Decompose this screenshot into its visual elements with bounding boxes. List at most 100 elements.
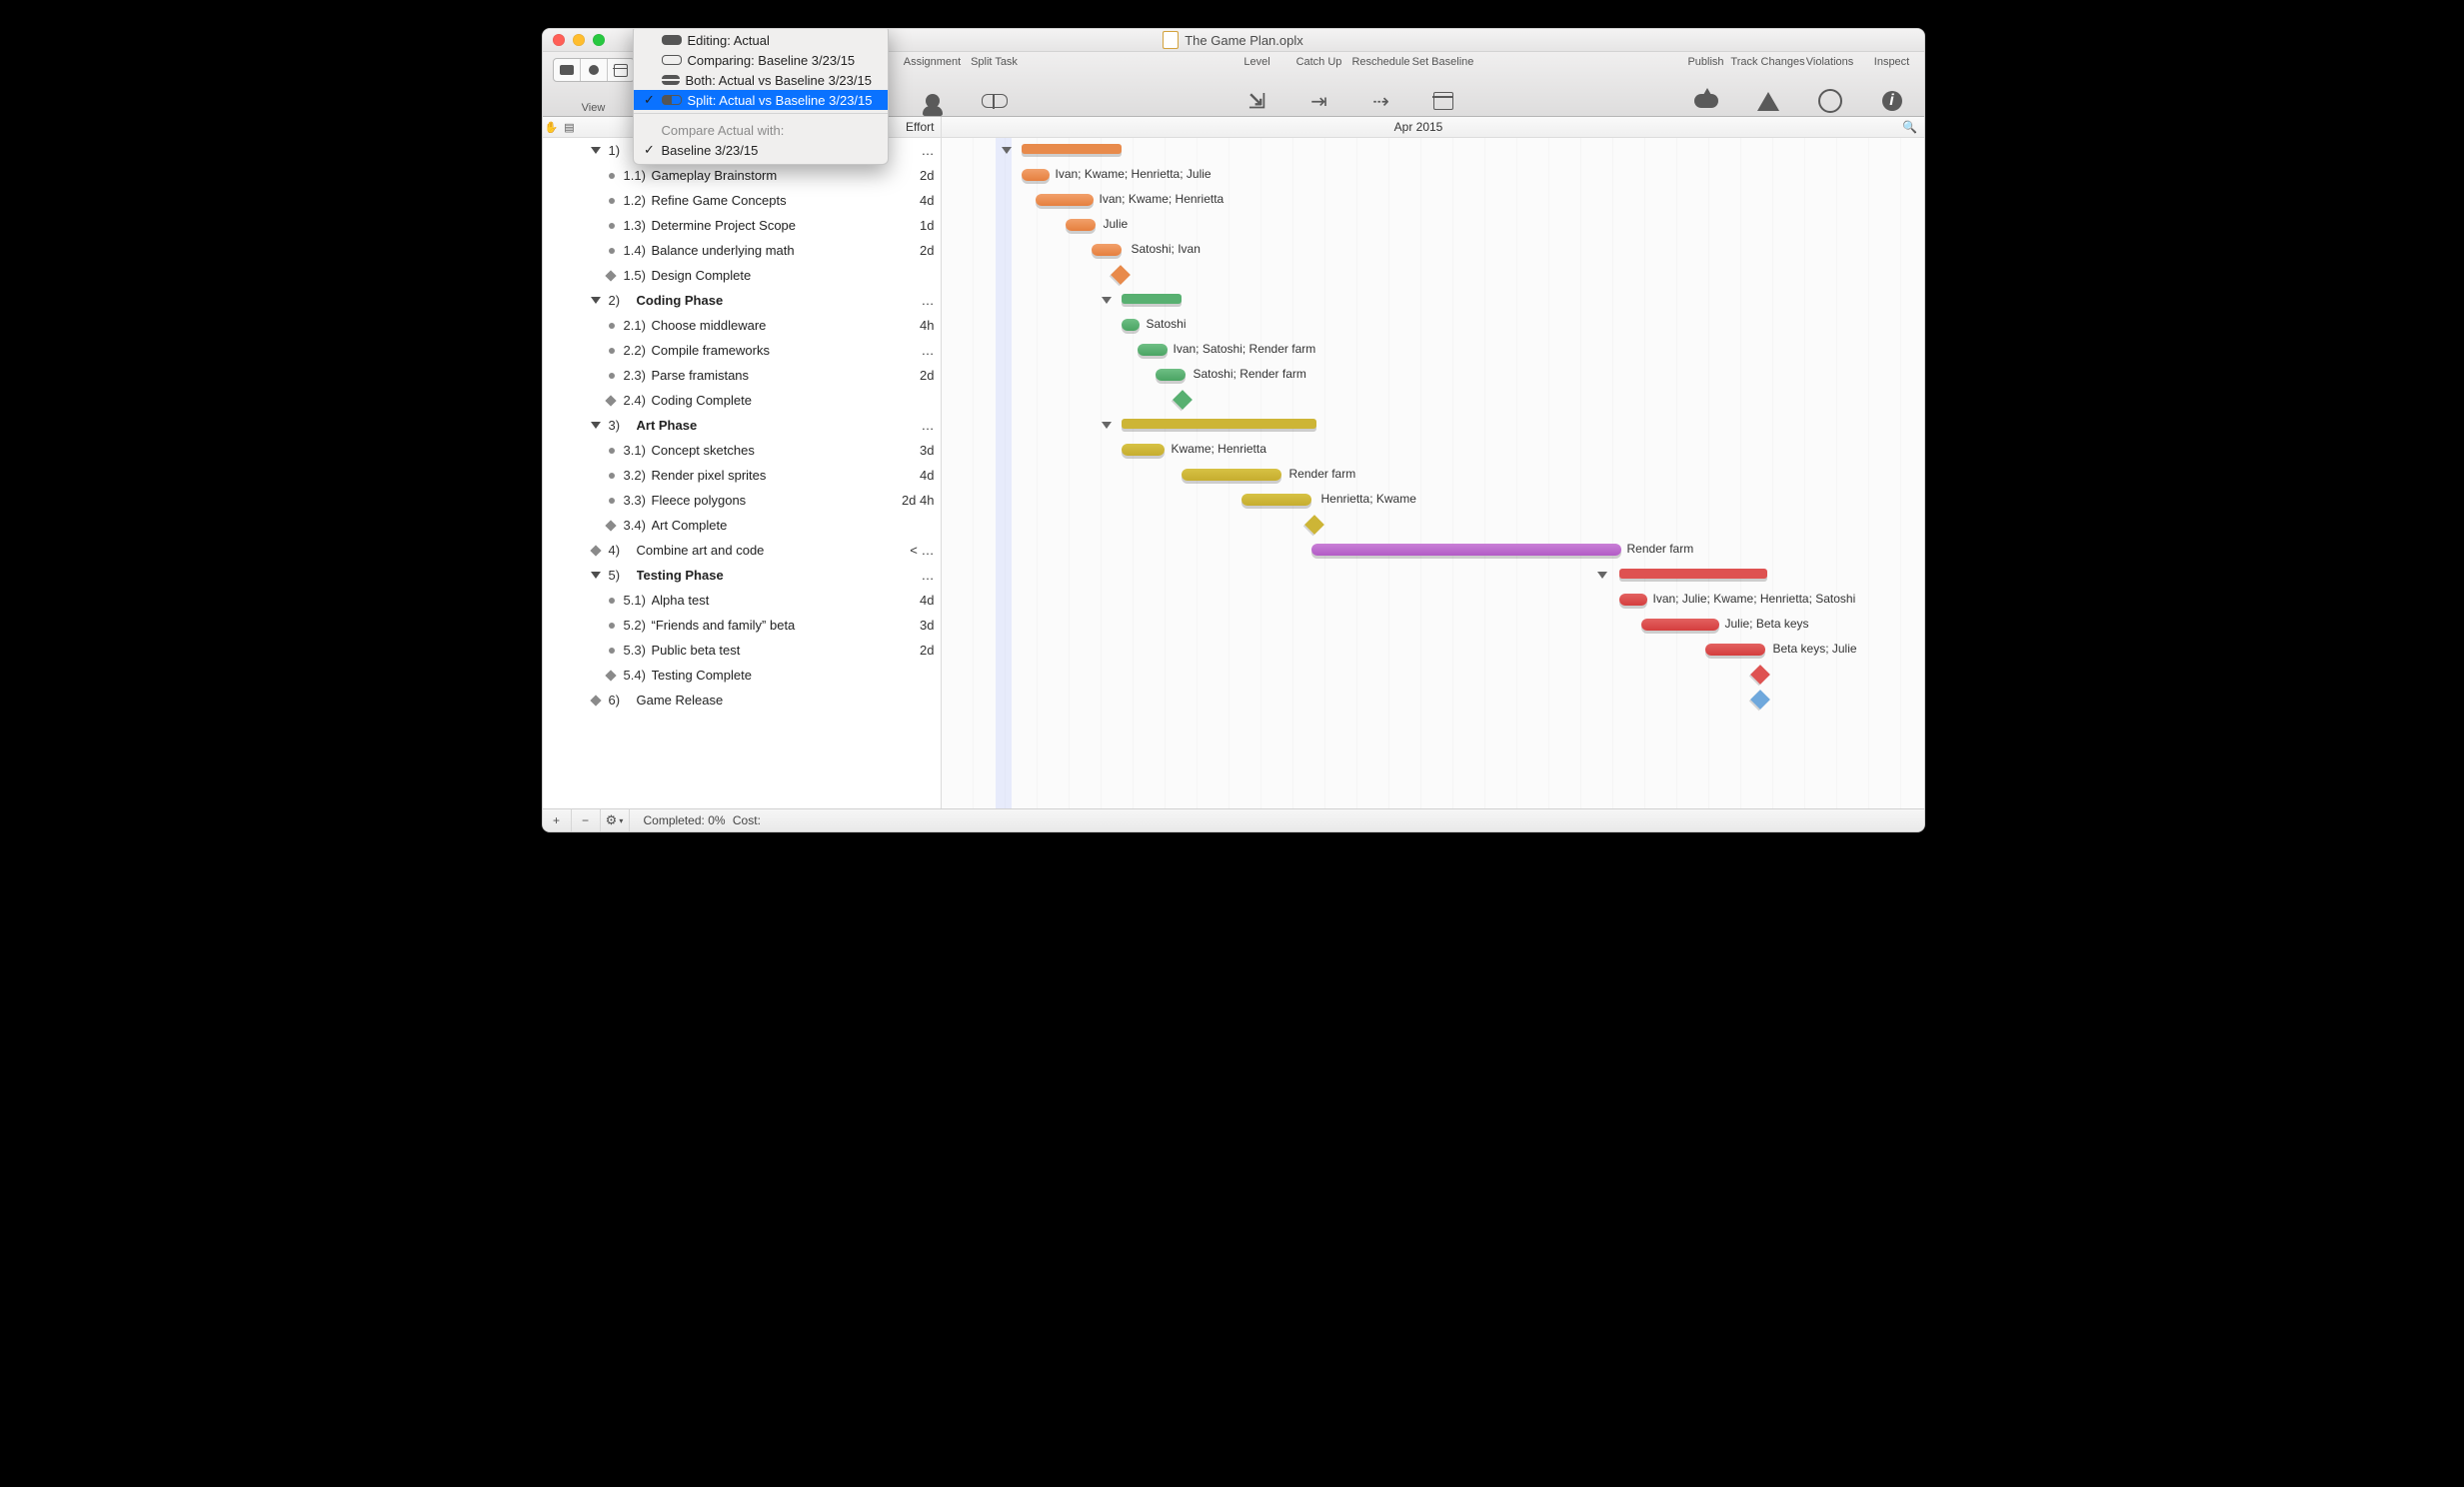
menu-item[interactable]: ✓Split: Actual vs Baseline 3/23/15: [634, 90, 888, 110]
split-task-button[interactable]: Split Task: [973, 88, 1017, 114]
gantt-row[interactable]: [942, 138, 1924, 163]
milestone-marker[interactable]: [1750, 690, 1770, 710]
menu-item[interactable]: Editing: Actual: [634, 30, 888, 50]
zoom-icon[interactable]: 🔍: [1896, 120, 1924, 134]
milestone-marker[interactable]: [1111, 265, 1131, 285]
milestone-marker[interactable]: [1173, 390, 1193, 410]
window-zoom-button[interactable]: [593, 34, 605, 46]
hand-tool-icon[interactable]: ✋: [543, 121, 561, 134]
outline-row[interactable]: 3.3)Fleece polygons2d 4h: [543, 488, 941, 513]
catch-up-button[interactable]: ⇥ Catch Up: [1297, 88, 1341, 114]
view-calendar-icon[interactable]: [608, 59, 634, 81]
disclosure-triangle-icon[interactable]: [591, 147, 601, 154]
group-disclosure-icon[interactable]: [1102, 422, 1112, 429]
task-bar[interactable]: [1241, 494, 1311, 506]
outline-row[interactable]: 1.3)Determine Project Scope1d: [543, 213, 941, 238]
outline-row[interactable]: 2.4)Coding Complete: [543, 388, 941, 413]
gantt-row[interactable]: [942, 513, 1924, 538]
set-baseline-button[interactable]: Set Baseline: [1421, 88, 1465, 114]
gantt-row[interactable]: Render farm: [942, 538, 1924, 563]
outline-row[interactable]: 6)Game Release: [543, 688, 941, 713]
group-bar[interactable]: [1122, 419, 1316, 429]
outline-row[interactable]: 3)Art Phase…: [543, 413, 941, 438]
disclosure-triangle-icon[interactable]: [591, 572, 601, 579]
disclosure-triangle-icon[interactable]: [591, 297, 601, 304]
outline-row[interactable]: 1.5)Design Complete: [543, 263, 941, 288]
gantt-row[interactable]: Julie: [942, 213, 1924, 238]
view-resource-icon[interactable]: [581, 59, 608, 81]
gantt-row[interactable]: [942, 688, 1924, 713]
task-bar[interactable]: [1022, 169, 1050, 181]
gantt-row[interactable]: Ivan; Kwame; Henrietta: [942, 188, 1924, 213]
outline-row[interactable]: 2)Coding Phase…: [543, 288, 941, 313]
milestone-marker[interactable]: [1304, 515, 1324, 535]
outline-row[interactable]: 5.2)“Friends and family” beta3d: [543, 613, 941, 638]
track-changes-button[interactable]: Track Changes: [1746, 88, 1790, 114]
gantt-row[interactable]: [942, 388, 1924, 413]
publish-button[interactable]: Publish: [1684, 88, 1728, 114]
task-bar[interactable]: [1619, 594, 1647, 606]
gantt-row[interactable]: [942, 663, 1924, 688]
gantt-row[interactable]: Beta keys; Julie: [942, 638, 1924, 663]
gantt-row[interactable]: Henrietta; Kwame: [942, 488, 1924, 513]
window-minimize-button[interactable]: [573, 34, 585, 46]
menu-item[interactable]: Comparing: Baseline 3/23/15: [634, 50, 888, 70]
reschedule-button[interactable]: ⇢ Reschedule: [1359, 88, 1403, 114]
effort-column-header[interactable]: Effort: [906, 120, 940, 134]
task-bar[interactable]: [1311, 544, 1621, 556]
task-bar[interactable]: [1705, 644, 1765, 656]
group-disclosure-icon[interactable]: [1102, 297, 1112, 304]
gantt-row[interactable]: [942, 563, 1924, 588]
milestone-marker[interactable]: [1750, 665, 1770, 685]
gantt-row[interactable]: Ivan; Kwame; Henrietta; Julie: [942, 163, 1924, 188]
view-gantt-icon[interactable]: [554, 59, 581, 81]
outline-row[interactable]: 2.3)Parse framistans2d: [543, 363, 941, 388]
group-bar[interactable]: [1122, 294, 1182, 304]
notes-column-icon[interactable]: ▤: [561, 121, 579, 134]
gantt-row[interactable]: [942, 288, 1924, 313]
outline-row[interactable]: 1.1)Gameplay Brainstorm2d: [543, 163, 941, 188]
gantt-row[interactable]: Satoshi: [942, 313, 1924, 338]
outline-row[interactable]: 2.1)Choose middleware4h: [543, 313, 941, 338]
gantt-row[interactable]: Julie; Beta keys: [942, 613, 1924, 638]
baseline-compare-menu[interactable]: Editing: ActualComparing: Baseline 3/23/…: [633, 28, 889, 165]
gantt-row[interactable]: Satoshi; Render farm: [942, 363, 1924, 388]
view-mode-segmented[interactable]: [553, 58, 635, 82]
gantt-row[interactable]: [942, 263, 1924, 288]
outline-row[interactable]: 5.3)Public beta test2d: [543, 638, 941, 663]
gantt-chart[interactable]: Ivan; Kwame; Henrietta; JulieIvan; Kwame…: [942, 138, 1924, 808]
task-bar[interactable]: [1156, 369, 1186, 381]
outline-row[interactable]: 5.1)Alpha test4d: [543, 588, 941, 613]
group-disclosure-icon[interactable]: [1002, 147, 1012, 154]
task-outline[interactable]: 1)Design Phase…1.1)Gameplay Brainstorm2d…: [543, 138, 942, 808]
task-bar[interactable]: [1092, 244, 1122, 256]
outline-row[interactable]: 3.1)Concept sketches3d: [543, 438, 941, 463]
group-bar[interactable]: [1619, 569, 1767, 579]
assignment-button[interactable]: Assignment: [911, 88, 955, 114]
gantt-row[interactable]: Ivan; Julie; Kwame; Henrietta; Satoshi: [942, 588, 1924, 613]
task-bar[interactable]: [1641, 619, 1719, 631]
task-bar[interactable]: [1066, 219, 1096, 231]
gantt-row[interactable]: Satoshi; Ivan: [942, 238, 1924, 263]
add-button[interactable]: +: [543, 809, 572, 831]
task-bar[interactable]: [1138, 344, 1168, 356]
violations-button[interactable]: Violations: [1808, 88, 1852, 114]
task-bar[interactable]: [1182, 469, 1281, 481]
menu-item[interactable]: Both: Actual vs Baseline 3/23/15: [634, 70, 888, 90]
group-disclosure-icon[interactable]: [1597, 572, 1607, 579]
window-close-button[interactable]: [553, 34, 565, 46]
remove-button[interactable]: −: [572, 809, 601, 831]
outline-row[interactable]: 1.4)Balance underlying math2d: [543, 238, 941, 263]
gantt-row[interactable]: Kwame; Henrietta: [942, 438, 1924, 463]
task-bar[interactable]: [1122, 444, 1165, 456]
action-menu-button[interactable]: ⚙▾: [601, 809, 630, 831]
outline-row[interactable]: 5)Testing Phase…: [543, 563, 941, 588]
group-bar[interactable]: [1022, 144, 1122, 154]
inspect-button[interactable]: i Inspect: [1870, 88, 1914, 114]
outline-row[interactable]: 3.2)Render pixel sprites4d: [543, 463, 941, 488]
gantt-row[interactable]: [942, 413, 1924, 438]
outline-row[interactable]: 3.4)Art Complete: [543, 513, 941, 538]
gantt-row[interactable]: Ivan; Satoshi; Render farm: [942, 338, 1924, 363]
outline-row[interactable]: 5.4)Testing Complete: [543, 663, 941, 688]
outline-row[interactable]: 4)Combine art and code< …: [543, 538, 941, 563]
